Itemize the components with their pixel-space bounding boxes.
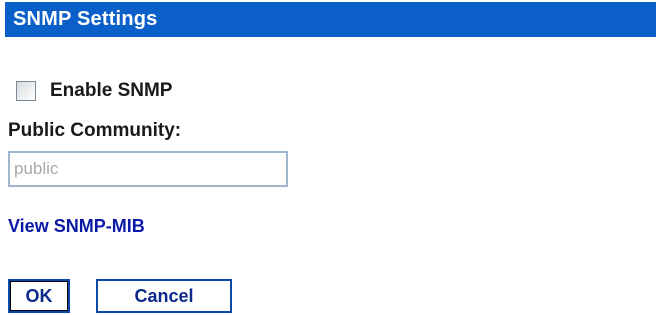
cancel-button[interactable]: Cancel <box>96 279 232 313</box>
public-community-label: Public Community: <box>8 120 182 141</box>
view-snmp-mib-link[interactable]: View SNMP-MIB <box>8 216 145 237</box>
public-community-input[interactable] <box>8 151 288 187</box>
snmp-settings-page: SNMP Settings Enable SNMP Public Communi… <box>0 0 656 315</box>
ok-button[interactable]: OK <box>8 279 70 313</box>
page-title: SNMP Settings <box>13 8 158 30</box>
enable-snmp-row: Enable SNMP <box>16 80 172 102</box>
enable-snmp-checkbox[interactable] <box>16 81 36 101</box>
enable-snmp-label[interactable]: Enable SNMP <box>50 80 172 102</box>
header-bar: SNMP Settings <box>5 2 656 37</box>
